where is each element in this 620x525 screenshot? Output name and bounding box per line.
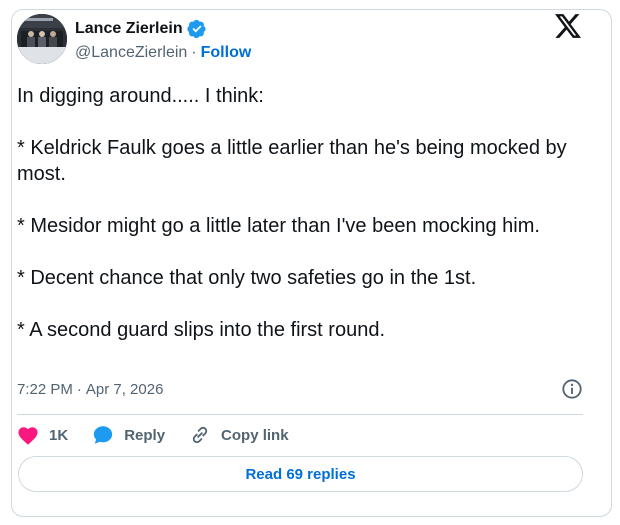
author-handle-row: @LanceZierlein · Follow [75,43,251,63]
handle-separator: · [191,44,197,61]
follow-button[interactable]: Follow [201,43,252,63]
verified-badge-icon [186,19,206,39]
reply-label: Reply [124,426,166,444]
timestamp-separator: · [76,381,82,398]
avatar[interactable] [17,14,67,64]
like-button[interactable]: 1K [17,425,68,445]
heart-icon [18,427,38,445]
tweet-paragraph-2: * Keldrick Faulk goes a little earlier t… [17,137,567,185]
author-name-row: Lance Zierlein [75,18,207,40]
speech-bubble-icon [94,426,113,444]
tweet-paragraph-1: In digging around..... I think: [17,85,264,107]
reply-button[interactable]: Reply [92,424,165,446]
read-replies-button[interactable]: Read 69 replies [18,456,583,492]
author-handle[interactable]: @LanceZierlein [75,43,187,63]
tweet-paragraph-5: * A second guard slips into the first ro… [17,319,385,341]
x-logo-icon[interactable] [555,14,581,38]
copy-link-label: Copy link [221,426,289,444]
action-bar: 1K Reply Copy link [17,422,313,448]
author-name[interactable]: Lance Zierlein [75,18,183,40]
read-replies-label: Read 69 replies [245,465,356,483]
info-icon[interactable] [561,378,583,400]
copy-link-button[interactable]: Copy link [189,424,289,446]
tweet-paragraph-4: * Decent chance that only two safeties g… [17,267,477,289]
tweet-timestamp[interactable]: 7:22 PM · Apr 7, 2026 [17,380,163,400]
tweet-text: In digging around..... I think: * Keldri… [17,83,577,343]
avatar-image [17,14,67,64]
tweet-date: Apr 7, 2026 [85,381,164,398]
tweet-time: 7:22 PM [17,381,73,398]
like-count: 1K [49,426,69,444]
tweet-paragraph-3: * Mesidor might go a little later than I… [17,215,540,237]
divider [17,414,583,415]
link-icon [192,426,208,444]
